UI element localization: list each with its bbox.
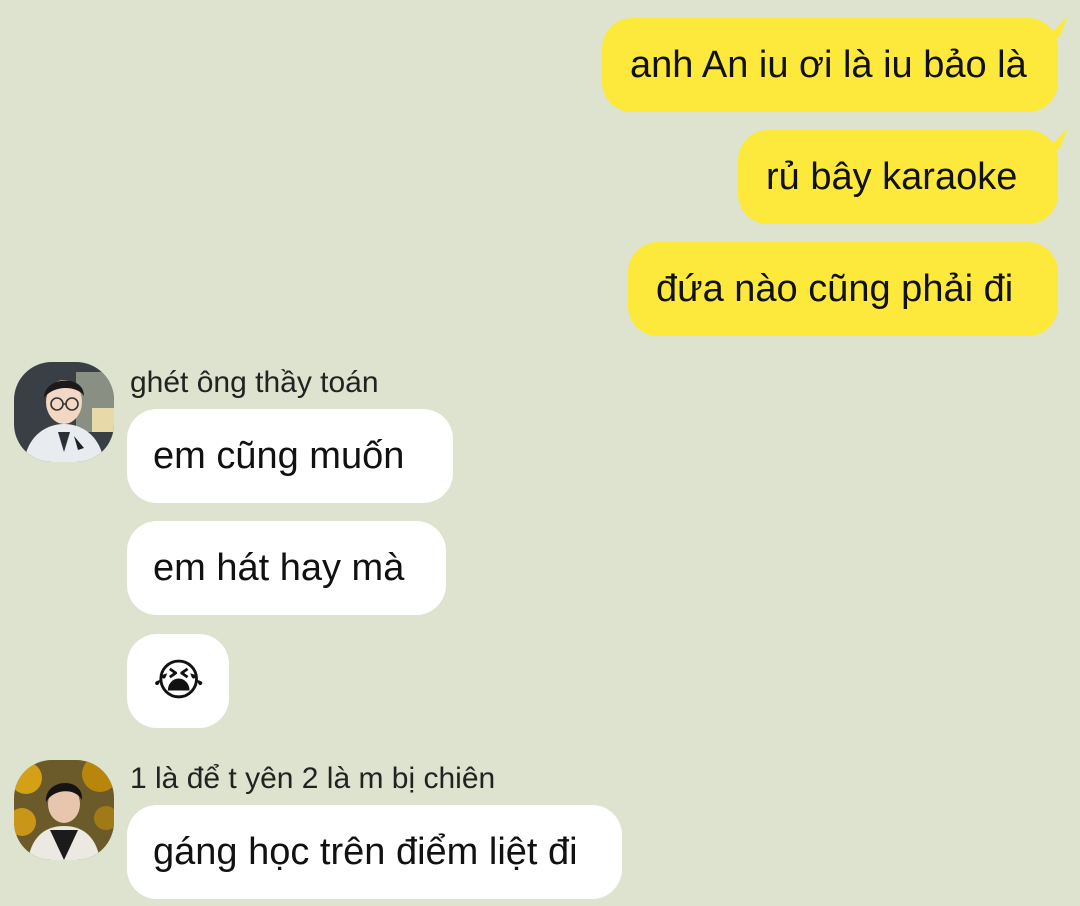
user-photo-glasses-icon[interactable] <box>14 362 114 462</box>
incoming-message[interactable]: em cũng muốn <box>127 409 453 503</box>
outgoing-message[interactable]: anh An iu ơi là iu bảo là <box>602 18 1058 112</box>
incoming-message[interactable]: 😭 <box>127 634 229 728</box>
incoming-message[interactable]: gáng học trên điểm liệt đi <box>127 805 622 899</box>
outgoing-message[interactable]: đứa nào cũng phải đi <box>628 242 1058 336</box>
message-text: gáng học trên điểm liệt đi <box>153 831 578 873</box>
sender-name: ghét ông thầy toán <box>130 366 379 399</box>
outgoing-message[interactable]: rủ bây karaoke <box>738 130 1058 224</box>
message-text: em cũng muốn <box>153 435 405 477</box>
sender-name: 1 là để t yên 2 là m bị chiên <box>130 762 496 795</box>
message-text: rủ bây karaoke <box>766 156 1018 198</box>
incoming-message[interactable]: em hát hay mà <box>127 521 446 615</box>
message-text: đứa nào cũng phải đi <box>656 268 1014 310</box>
crying-face-icon: 😭 <box>153 655 205 706</box>
message-text: anh An iu ơi là iu bảo là <box>630 44 1027 86</box>
user-photo-autumn-icon[interactable] <box>14 760 114 860</box>
chat-conversation: anh An iu ơi là iu bảo là rủ bây karaoke… <box>0 0 1080 906</box>
message-text: em hát hay mà <box>153 547 405 589</box>
